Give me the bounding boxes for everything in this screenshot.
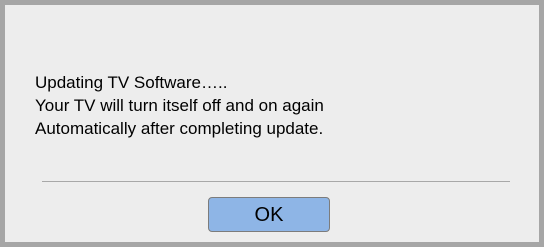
update-message: Updating TV Software….. Your TV will tur…	[35, 71, 515, 140]
message-line-title: Updating TV Software…..	[35, 73, 228, 92]
ok-button[interactable]: OK	[208, 197, 330, 232]
message-line-restart: Your TV will turn itself off and on agai…	[35, 96, 324, 115]
update-dialog: Updating TV Software….. Your TV will tur…	[0, 0, 544, 247]
message-line-automatic: Automatically after completing update.	[35, 119, 324, 138]
dialog-divider	[42, 181, 510, 182]
